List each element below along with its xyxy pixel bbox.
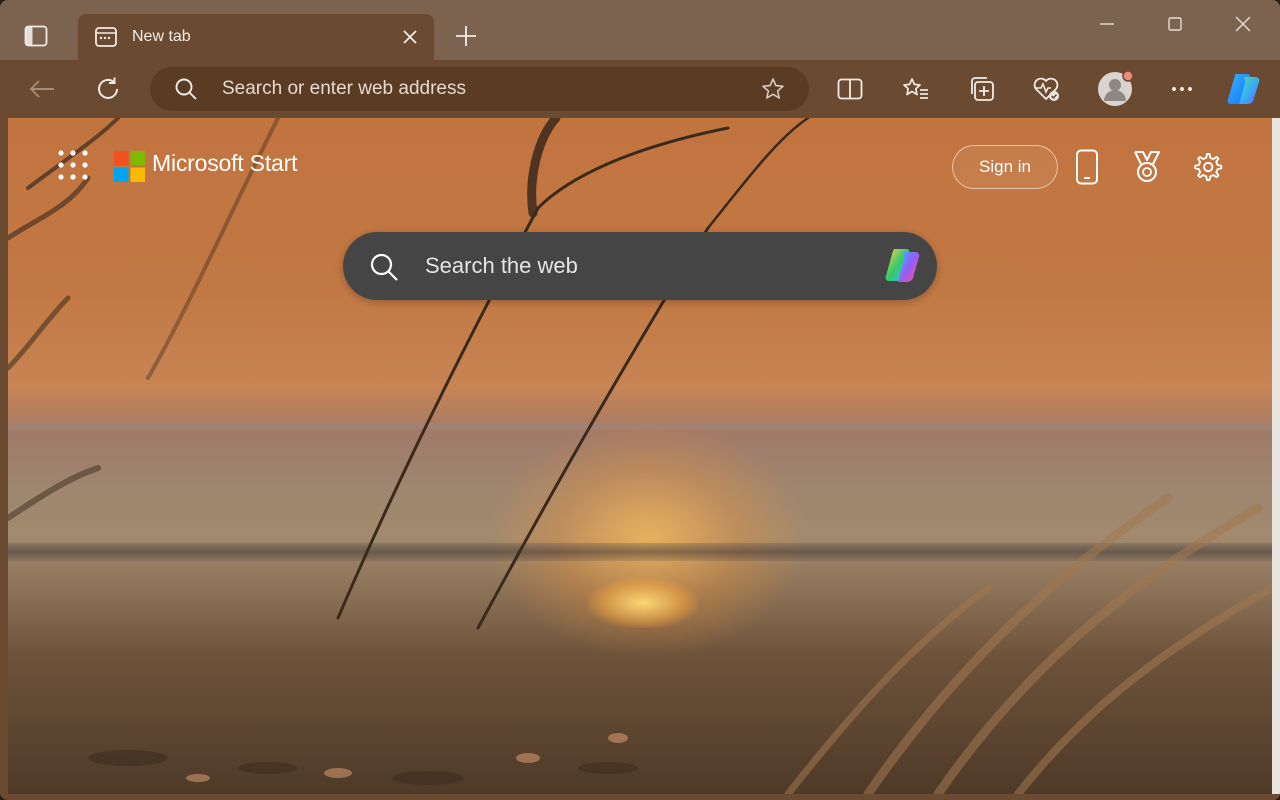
more-icon bbox=[1172, 87, 1192, 91]
split-screen-button[interactable] bbox=[828, 68, 872, 110]
search-icon bbox=[370, 253, 398, 281]
web-search-box[interactable] bbox=[343, 232, 937, 300]
address-bar[interactable] bbox=[150, 67, 809, 111]
star-icon[interactable] bbox=[761, 77, 785, 101]
minimize-icon bbox=[1100, 23, 1114, 25]
heart-pulse-icon bbox=[1033, 77, 1059, 101]
tab-new-tab[interactable]: New tab bbox=[78, 14, 434, 60]
tab-actions-button[interactable] bbox=[14, 18, 58, 54]
web-search-input[interactable] bbox=[425, 232, 845, 300]
tab-actions-icon bbox=[24, 25, 48, 47]
minimize-button[interactable] bbox=[1084, 6, 1130, 42]
refresh-icon bbox=[98, 77, 118, 99]
refresh-button[interactable] bbox=[86, 68, 130, 110]
back-arrow-icon bbox=[29, 80, 54, 98]
background-grass bbox=[8, 118, 1272, 794]
close-window-button[interactable] bbox=[1220, 6, 1266, 42]
app-launcher-icon[interactable] bbox=[56, 148, 90, 182]
rewards-trophy-icon bbox=[1134, 151, 1160, 182]
new-tab-page-icon bbox=[95, 27, 117, 47]
tab-strip: New tab bbox=[0, 0, 1280, 60]
window-border-bottom bbox=[0, 794, 1280, 800]
more-button[interactable] bbox=[1160, 68, 1204, 110]
phone-button[interactable] bbox=[1066, 146, 1108, 188]
microsoft-logo-icon bbox=[114, 151, 145, 182]
toolbar bbox=[0, 60, 1280, 118]
profile-button[interactable] bbox=[1093, 68, 1137, 110]
maximize-button[interactable] bbox=[1152, 6, 1198, 42]
close-icon bbox=[403, 30, 417, 44]
close-icon bbox=[1235, 16, 1251, 32]
back-button[interactable] bbox=[20, 68, 64, 110]
gear-icon bbox=[1194, 153, 1223, 182]
favorites-icon bbox=[903, 78, 928, 99]
search-icon bbox=[175, 78, 197, 100]
sign-in-button[interactable]: Sign in bbox=[952, 145, 1058, 189]
brand-name[interactable]: Microsoft Start bbox=[152, 150, 297, 177]
window-border-right bbox=[1272, 118, 1280, 800]
settings-button[interactable] bbox=[1186, 146, 1228, 188]
close-tab-button[interactable] bbox=[398, 25, 422, 49]
browser-window: New tab Search or enter web address Micr… bbox=[0, 0, 1280, 800]
copilot-icon[interactable] bbox=[881, 244, 925, 288]
copilot-button[interactable] bbox=[1222, 68, 1266, 110]
plus-icon bbox=[456, 26, 476, 46]
split-screen-icon bbox=[837, 78, 863, 100]
rewards-button[interactable] bbox=[1126, 146, 1168, 188]
window-border-left bbox=[0, 118, 8, 800]
collections-button[interactable] bbox=[960, 68, 1004, 110]
new-tab-button[interactable] bbox=[446, 18, 486, 54]
profile-icon bbox=[1098, 70, 1134, 106]
browser-essentials-button[interactable] bbox=[1024, 68, 1068, 110]
tab-title: New tab bbox=[132, 28, 191, 45]
copilot-icon bbox=[1227, 74, 1260, 104]
phone-icon bbox=[1076, 149, 1098, 185]
new-tab-page: Microsoft Start Sign in bbox=[8, 118, 1272, 794]
favorites-button[interactable] bbox=[894, 68, 938, 110]
collections-icon bbox=[971, 77, 994, 101]
address-input[interactable] bbox=[222, 67, 742, 111]
maximize-icon bbox=[1168, 17, 1182, 31]
